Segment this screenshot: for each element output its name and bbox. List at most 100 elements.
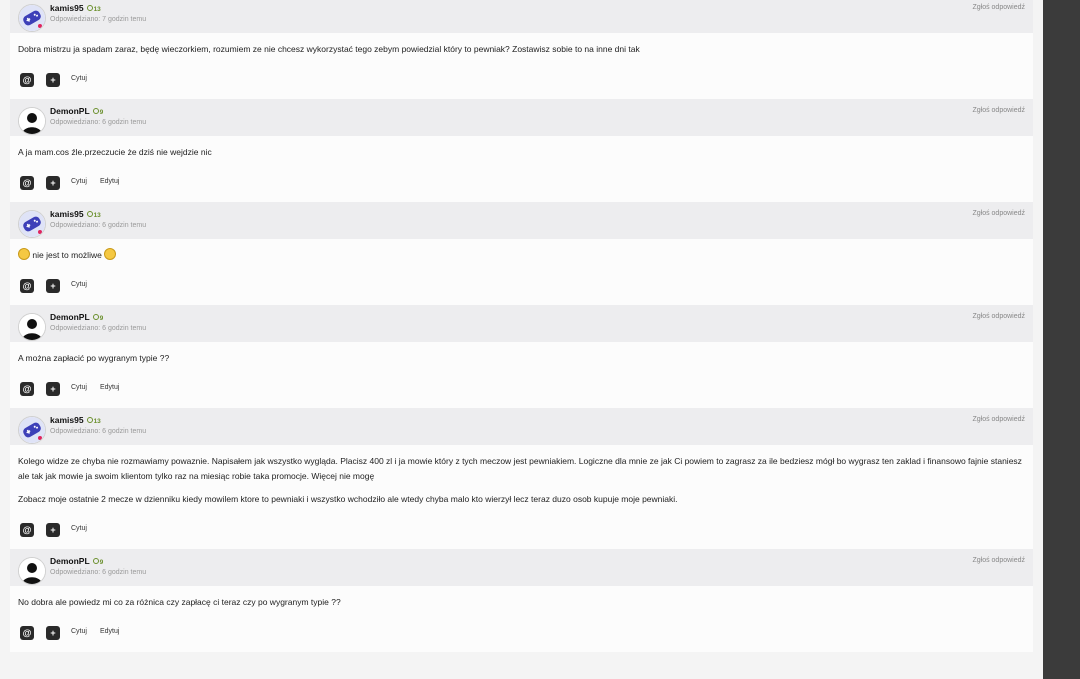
reputation-badge: 13 <box>86 5 101 13</box>
post-header: DemonPL 9 Odpowiedziano: 6 godzin temu Zg… <box>10 99 1033 136</box>
multiquote-button[interactable]: + <box>46 279 60 293</box>
reputation-icon <box>92 558 99 564</box>
reputation-count: 13 <box>93 418 101 425</box>
post-timestamp: Odpowiedziano: 6 godzin temu <box>50 119 147 126</box>
reputation-icon <box>86 417 93 423</box>
edit-button[interactable]: Edytuj <box>100 384 119 391</box>
author-name[interactable]: kamis95 <box>50 415 84 425</box>
post-timestamp: Odpowiedziano: 6 godzin temu <box>50 569 147 576</box>
post-text: A ja mam.cos źle.przeczucie że dziś nie … <box>18 147 212 157</box>
edit-button[interactable]: Edytuj <box>100 178 119 185</box>
post-text: A można zapłacić po wygranym typie ?? <box>18 353 170 363</box>
quote-button[interactable]: Cytuj <box>71 628 87 635</box>
quote-button[interactable]: Cytuj <box>71 525 87 532</box>
quote-button[interactable]: Cytuj <box>71 384 87 391</box>
post-body: A można zapłacić po wygranym typie ?? <box>10 342 1033 366</box>
avatar[interactable] <box>18 210 46 238</box>
post: kamis95 13 Odpowiedziano: 6 godzin temu Z… <box>10 202 1033 305</box>
mention-button[interactable]: @ <box>20 382 34 396</box>
reputation-badge: 9 <box>92 314 104 322</box>
reputation-count: 9 <box>99 109 104 116</box>
report-link[interactable]: Zgłoś odpowiedź <box>972 313 1025 320</box>
reputation-icon <box>86 211 93 217</box>
post-timestamp: Odpowiedziano: 6 godzin temu <box>50 222 147 229</box>
post: kamis95 13 Odpowiedziano: 6 godzin temu Z… <box>10 408 1033 549</box>
reputation-icon <box>92 314 99 320</box>
smiley-icon <box>104 248 117 260</box>
mention-button[interactable]: @ <box>20 626 34 640</box>
post: kamis95 13 Odpowiedziano: 7 godzin temu Z… <box>10 0 1033 99</box>
reputation-badge: 9 <box>92 558 104 566</box>
post-header: DemonPL 9 Odpowiedziano: 6 godzin temu Zg… <box>10 305 1033 342</box>
post-actions: @ + Cytuj <box>10 271 1033 305</box>
post-header: DemonPL 9 Odpowiedziano: 6 godzin temu Zg… <box>10 549 1033 586</box>
author-name[interactable]: DemonPL <box>50 556 90 566</box>
report-link[interactable]: Zgłoś odpowiedź <box>972 416 1025 423</box>
post-header: kamis95 13 Odpowiedziano: 7 godzin temu Z… <box>10 0 1033 33</box>
reputation-badge: 13 <box>86 211 101 219</box>
reputation-count: 9 <box>99 559 104 566</box>
post-text: No dobra ale powiedz mi co za różnica cz… <box>18 597 341 607</box>
post-body: No dobra ale powiedz mi co za różnica cz… <box>10 586 1033 610</box>
quote-button[interactable]: Cytuj <box>71 75 87 82</box>
post-actions: @ + Cytuj Edytuj <box>10 618 1033 652</box>
reputation-count: 13 <box>93 6 101 13</box>
multiquote-button[interactable]: + <box>46 73 60 87</box>
reputation-badge: 13 <box>86 417 101 425</box>
reputation-badge: 9 <box>92 108 104 116</box>
mention-button[interactable]: @ <box>20 73 34 87</box>
author-name[interactable]: kamis95 <box>50 209 84 219</box>
post-text: Zobacz moje ostatnie 2 mecze w dzienniku… <box>18 494 678 504</box>
post-feed: kamis95 13 Odpowiedziano: 7 godzin temu Z… <box>0 0 1043 679</box>
smiley-icon <box>18 248 30 260</box>
post-text-content: nie jest to możliwe <box>32 250 102 260</box>
multiquote-button[interactable]: + <box>46 523 60 537</box>
mention-button[interactable]: @ <box>20 279 34 293</box>
author-name[interactable]: DemonPL <box>50 312 90 322</box>
username[interactable]: DemonPL 9 <box>50 312 103 322</box>
quote-button[interactable]: Cytuj <box>71 178 87 185</box>
report-link[interactable]: Zgłoś odpowiedź <box>972 107 1025 114</box>
post-actions: @ + Cytuj <box>10 65 1033 99</box>
reputation-count: 9 <box>99 315 104 322</box>
post: DemonPL 9 Odpowiedziano: 6 godzin temu Zg… <box>10 99 1033 202</box>
edit-button[interactable]: Edytuj <box>100 628 119 635</box>
multiquote-button[interactable]: + <box>46 626 60 640</box>
post-timestamp: Odpowiedziano: 6 godzin temu <box>50 428 147 435</box>
username[interactable]: DemonPL 9 <box>50 556 103 566</box>
username[interactable]: kamis95 13 <box>50 415 101 425</box>
report-link[interactable]: Zgłoś odpowiedź <box>972 210 1025 217</box>
reputation-count: 13 <box>93 212 101 219</box>
post-body: A ja mam.cos źle.przeczucie że dziś nie … <box>10 136 1033 160</box>
post-actions: @ + Cytuj Edytuj <box>10 168 1033 202</box>
report-link[interactable]: Zgłoś odpowiedź <box>972 4 1025 11</box>
username[interactable]: kamis95 13 <box>50 209 101 219</box>
post-list: kamis95 13 Odpowiedziano: 7 godzin temu Z… <box>10 0 1033 652</box>
post-header: kamis95 13 Odpowiedziano: 6 godzin temu Z… <box>10 202 1033 239</box>
reputation-icon <box>92 108 99 114</box>
multiquote-button[interactable]: + <box>46 382 60 396</box>
scrollbar-rail[interactable] <box>1043 0 1080 679</box>
author-name[interactable]: DemonPL <box>50 106 90 116</box>
reputation-icon <box>86 5 93 11</box>
post: DemonPL 9 Odpowiedziano: 6 godzin temu Zg… <box>10 305 1033 408</box>
username[interactable]: kamis95 13 <box>50 3 101 13</box>
mention-button[interactable]: @ <box>20 523 34 537</box>
avatar[interactable] <box>18 313 46 341</box>
report-link[interactable]: Zgłoś odpowiedź <box>972 557 1025 564</box>
avatar[interactable] <box>18 107 46 135</box>
username[interactable]: DemonPL 9 <box>50 106 103 116</box>
avatar[interactable] <box>18 557 46 585</box>
post-actions: @ + Cytuj Edytuj <box>10 374 1033 408</box>
mention-button[interactable]: @ <box>20 176 34 190</box>
quote-button[interactable]: Cytuj <box>71 281 87 288</box>
avatar[interactable] <box>18 416 46 444</box>
multiquote-button[interactable]: + <box>46 176 60 190</box>
post: DemonPL 9 Odpowiedziano: 6 godzin temu Zg… <box>10 549 1033 652</box>
post-text: Kolego widze ze chyba nie rozmawiamy pow… <box>18 456 1022 481</box>
author-name[interactable]: kamis95 <box>50 3 84 13</box>
post-text: Dobra mistrzu ja spadam zaraz, będę wiec… <box>18 44 640 54</box>
post-body: nie jest to możliwe <box>10 239 1033 263</box>
avatar[interactable] <box>18 4 46 32</box>
post-timestamp: Odpowiedziano: 6 godzin temu <box>50 325 147 332</box>
